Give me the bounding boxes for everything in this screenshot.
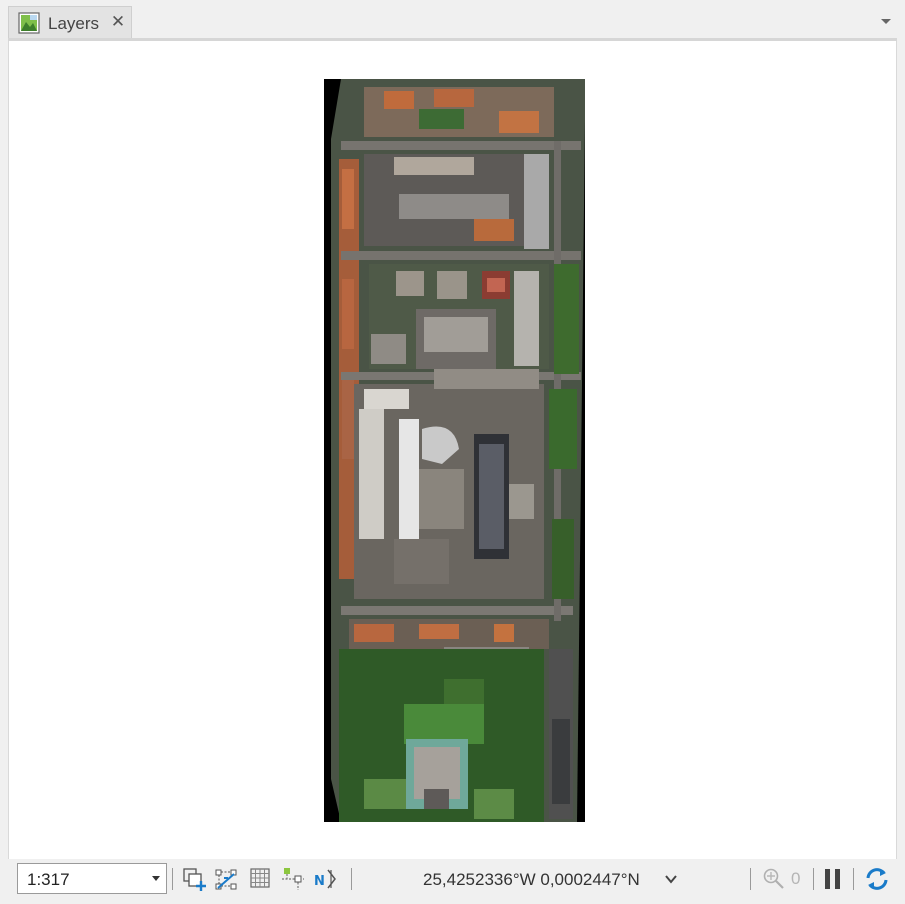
scale-value: 1:317	[27, 870, 70, 889]
coordinate-readout: 25,4252336°W 0,0002447°N	[423, 870, 640, 889]
separator	[172, 868, 173, 890]
map-view[interactable]	[8, 41, 897, 859]
selection-zoom-icon[interactable]	[761, 866, 787, 892]
chevron-down-icon[interactable]	[879, 16, 893, 26]
add-layer-icon[interactable]	[182, 866, 208, 892]
separator	[750, 868, 751, 890]
selected-count: 0	[791, 869, 801, 888]
tab-label: Layers	[48, 14, 100, 33]
north-arrow-icon[interactable]: N	[313, 866, 339, 892]
tab-bar: Layers ✕	[0, 0, 905, 41]
separator	[813, 868, 814, 890]
scale-selector[interactable]: 1:317	[17, 863, 167, 894]
close-icon[interactable]: ✕	[109, 12, 127, 32]
edit-vertices-icon[interactable]	[214, 866, 240, 892]
snapping-icon[interactable]	[280, 866, 306, 892]
separator	[853, 868, 854, 890]
orthophoto-raster	[324, 79, 585, 822]
svg-text:N: N	[314, 874, 325, 889]
chevron-down-icon[interactable]	[664, 873, 678, 885]
dropdown-arrow-icon[interactable]	[152, 876, 160, 881]
tab-layers[interactable]: Layers ✕	[8, 6, 132, 39]
status-bar: 1:317 N 25,4252336°W 0,0002447°N 0	[8, 859, 897, 904]
separator	[351, 868, 352, 890]
pause-icon[interactable]	[820, 866, 846, 892]
refresh-icon[interactable]	[864, 866, 890, 892]
grid-icon[interactable]	[248, 866, 274, 892]
map-icon	[18, 12, 40, 34]
